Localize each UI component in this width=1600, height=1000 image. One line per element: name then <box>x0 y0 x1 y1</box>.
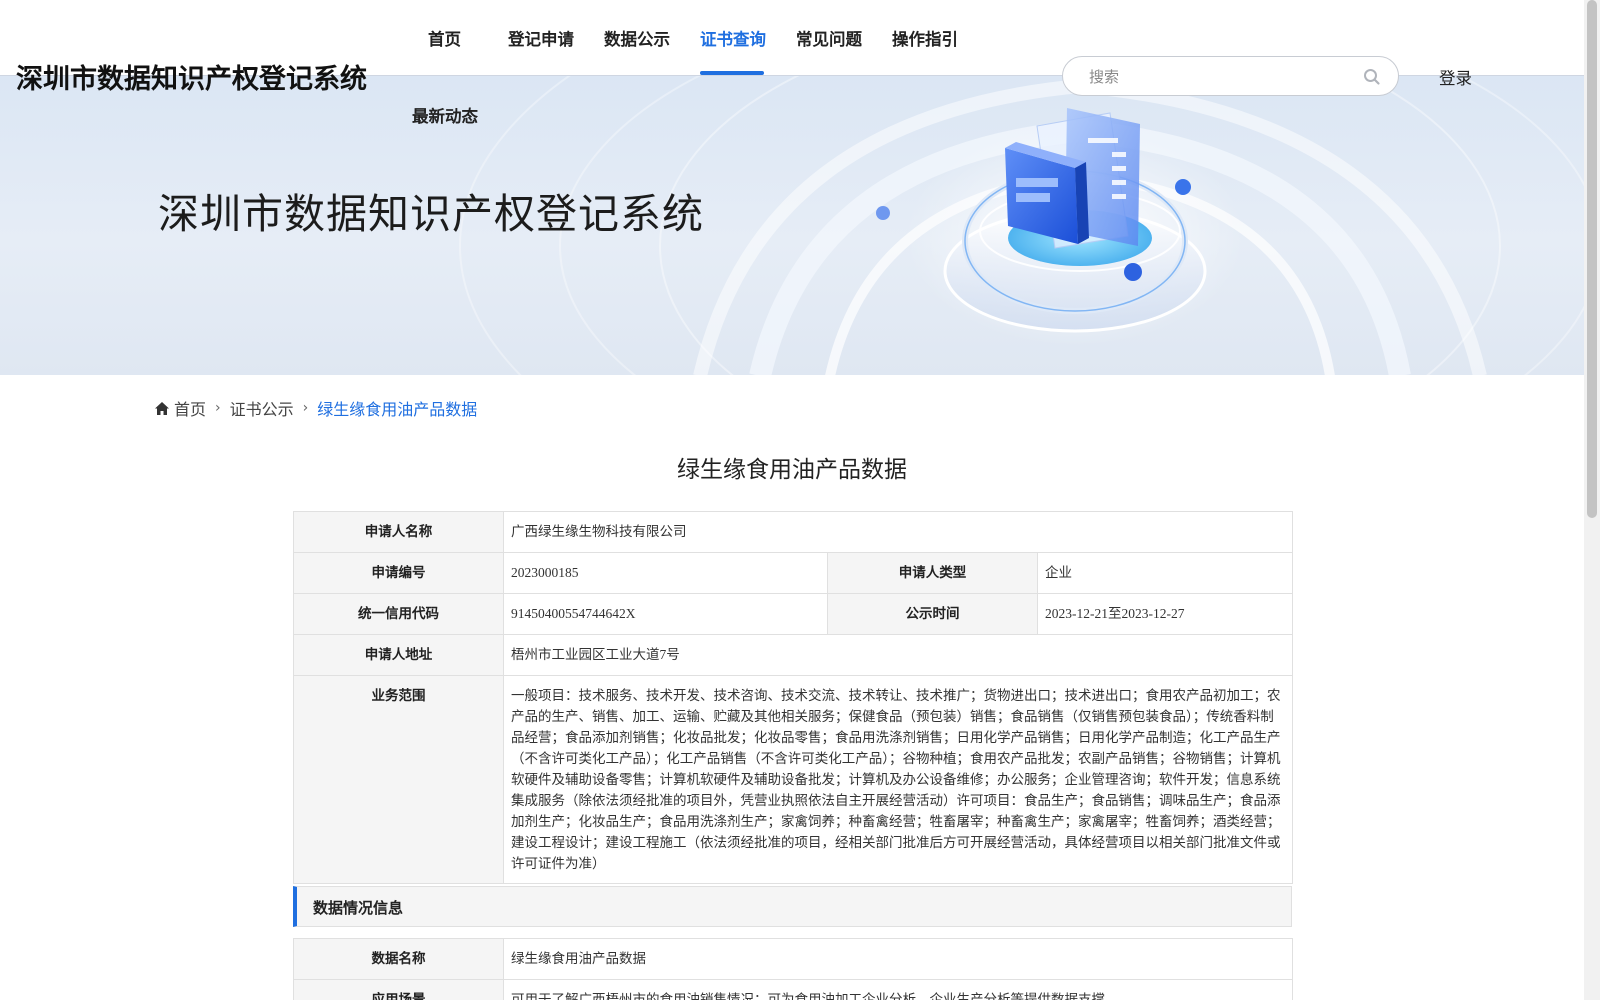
applicant-name-value: 广西绿生缘生物科技有限公司 <box>503 511 1293 553</box>
login-link[interactable]: 登录 <box>1439 65 1472 89</box>
data-info-section-header: 数据情况信息 <box>293 886 1292 927</box>
data-name-label: 数据名称 <box>293 938 504 980</box>
table-row: 申请人地址 梧州市工业园区工业大道7号 <box>293 634 1293 676</box>
page-scrollbar[interactable] <box>1584 0 1600 1000</box>
nav-certificate-query[interactable]: 证书查询 <box>700 26 766 50</box>
active-nav-indicator <box>700 71 764 75</box>
application-number-value: 2023000185 <box>503 552 828 594</box>
table-row: 申请编号 2023000185 申请人类型 企业 <box>293 552 1293 594</box>
nav-latest-news[interactable]: 最新动态 <box>412 103 478 127</box>
breadcrumb-current: 绿生缘食用油产品数据 <box>317 400 478 419</box>
credit-code-label: 统一信用代码 <box>293 593 504 635</box>
publicity-time-value: 2023-12-21至2023-12-27 <box>1037 593 1293 635</box>
application-scenario-value: 可用于了解广西梧州市的食用油销售情况；可为食用油加工企业分析、企业生产分析等提供… <box>503 979 1293 1000</box>
applicant-name-label: 申请人名称 <box>293 511 504 553</box>
application-scenario-label: 应用场景 <box>293 979 504 1000</box>
breadcrumb: 首页 › 证书公示 › 绿生缘食用油产品数据 <box>155 396 477 420</box>
business-scope-label: 业务范围 <box>293 675 504 884</box>
table-row: 应用场景 可用于了解广西梧州市的食用油销售情况；可为食用油加工企业分析、企业生产… <box>293 979 1293 1000</box>
table-row: 业务范围 一般项目：技术服务、技术开发、技术咨询、技术交流、技术转让、技术推广；… <box>293 675 1293 884</box>
search-icon[interactable] <box>1362 67 1382 87</box>
chevron-right-icon: › <box>302 400 309 416</box>
applicant-address-label: 申请人地址 <box>293 634 504 676</box>
chevron-right-icon: › <box>215 400 221 416</box>
search-input[interactable] <box>1089 66 1349 88</box>
hero-banner: 深圳市数据知识产权登记系统 最新动态 <box>0 76 1584 375</box>
table-row: 申请人名称 广西绿生缘生物科技有限公司 <box>293 511 1293 553</box>
breadcrumb-certificate-publicity[interactable]: 证书公示 <box>230 396 294 420</box>
nav-home[interactable]: 首页 <box>428 26 461 50</box>
nav-faq[interactable]: 常见问题 <box>796 26 862 50</box>
application-number-label: 申请编号 <box>293 552 504 594</box>
applicant-info-table: 申请人名称 广西绿生缘生物科技有限公司 申请编号 2023000185 申请人类… <box>293 511 1293 884</box>
credit-code-value: 91450400554744642X <box>503 593 828 635</box>
data-name-value: 绿生缘食用油产品数据 <box>503 938 1293 980</box>
nav-registration-apply[interactable]: 登记申请 <box>508 26 574 50</box>
scrollbar-thumb[interactable] <box>1587 0 1597 518</box>
site-title: 深圳市数据知识产权登记系统 <box>16 64 367 95</box>
table-row: 数据名称 绿生缘食用油产品数据 <box>293 938 1293 980</box>
search-box <box>1062 56 1399 96</box>
table-row: 统一信用代码 91450400554744642X 公示时间 2023-12-2… <box>293 593 1293 635</box>
breadcrumb-home[interactable]: 首页 <box>174 396 206 420</box>
business-scope-value: 一般项目：技术服务、技术开发、技术咨询、技术交流、技术转让、技术推广；货物进出口… <box>503 675 1293 884</box>
banner-title: 深圳市数据知识产权登记系统 <box>158 190 704 238</box>
publicity-time-label: 公示时间 <box>827 593 1038 635</box>
applicant-type-label: 申请人类型 <box>827 552 1038 594</box>
data-info-table: 数据名称 绿生缘食用油产品数据 应用场景 可用于了解广西梧州市的食用油销售情况；… <box>293 938 1293 1000</box>
applicant-address-value: 梧州市工业园区工业大道7号 <box>503 634 1293 676</box>
applicant-type-value: 企业 <box>1037 552 1293 594</box>
nav-data-publicity[interactable]: 数据公示 <box>604 26 670 50</box>
section-title: 数据情况信息 <box>313 901 404 917</box>
page-title: 绿生缘食用油产品数据 <box>677 457 907 483</box>
home-icon <box>155 401 169 415</box>
top-header: 深圳市数据知识产权登记系统 首页 登记申请 数据公示 证书查询 常见问题 操作指… <box>0 0 1584 96</box>
nav-operation-guide[interactable]: 操作指引 <box>892 26 958 50</box>
